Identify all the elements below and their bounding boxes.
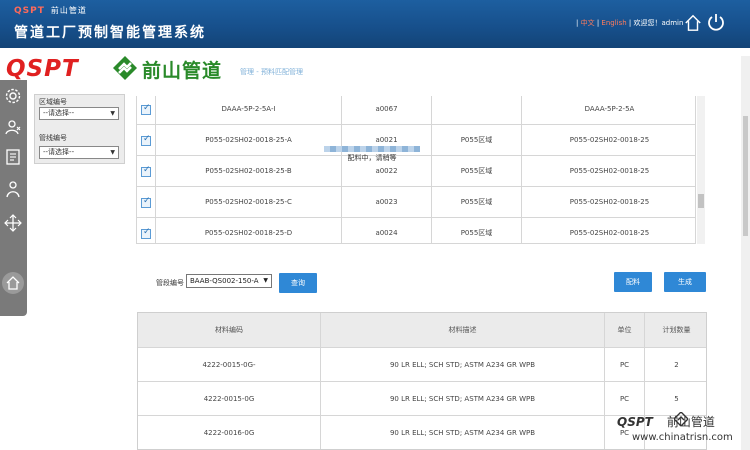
spool-table: DAAA-5P-2-5A-I a0067 DAAA-5P-2-5A P055-0… bbox=[136, 96, 696, 244]
spool-id-cell: a0067 bbox=[341, 96, 431, 125]
material-desc-cell: 90 LR ELL; SCH STD; ASTM A234 GR WPB bbox=[320, 382, 604, 416]
watermark-logo: QSPT bbox=[617, 415, 653, 429]
pipeline-cell: P055-02SH02-0018-25 bbox=[521, 218, 695, 243]
generate-button[interactable]: 生成 bbox=[664, 272, 706, 292]
spool-code-cell: P055-02SH02-0018-25-C bbox=[155, 187, 341, 218]
spool-code-cell: P055-02SH02-0018-25-B bbox=[155, 156, 341, 187]
header-logo-sub: 前山管道 bbox=[50, 6, 87, 15]
document-icon[interactable] bbox=[4, 148, 22, 166]
table-row[interactable]: 4222-0015-0G 90 LR ELL; SCH STD; ASTM A2… bbox=[138, 381, 706, 416]
loading-bar bbox=[324, 146, 420, 152]
qspt-logo: QSPT bbox=[6, 56, 79, 82]
left-sidebar bbox=[0, 80, 27, 316]
loading-text: 配料中，请稍等 bbox=[347, 154, 397, 162]
spool-id-cell: a0024 bbox=[341, 218, 431, 243]
filter-panel: 区域编号 --请选择-- ▼ 管线编号 --请选择-- ▼ bbox=[34, 94, 125, 164]
table-row[interactable]: DAAA-5P-2-5A-I a0067 DAAA-5P-2-5A bbox=[137, 96, 695, 125]
home-circle[interactable] bbox=[2, 272, 24, 294]
spool-code-cell: P055-02SH02-0018-25-A bbox=[155, 125, 341, 156]
pipeline-label: 管线编号 bbox=[39, 134, 67, 142]
material-code-cell: 4222-0015-0G- bbox=[202, 361, 256, 369]
power-icon[interactable] bbox=[706, 12, 726, 32]
brand-bar: QSPT 前山管道 管理 - 预料匹配管理 bbox=[0, 52, 750, 86]
brand-name: 前山管道 bbox=[142, 60, 223, 82]
move-arrows-icon[interactable] bbox=[4, 214, 22, 232]
watermark-url: www.chinatrisn.com bbox=[632, 432, 733, 443]
watermark-brand: QSPT 前山管道 bbox=[617, 413, 715, 430]
material-desc-cell: 90 LR ELL; SCH STD; ASTM A234 GR WPB bbox=[320, 348, 604, 382]
pipeline-cell: DAAA-5P-2-5A bbox=[521, 96, 695, 125]
area-cell: P055区域 bbox=[431, 125, 521, 156]
area-cell: P055区域 bbox=[431, 218, 521, 243]
loading-indicator: 配料中，请稍等 bbox=[324, 146, 420, 164]
home-icon[interactable] bbox=[684, 14, 702, 32]
chevron-down-icon: ▼ bbox=[110, 110, 115, 117]
area-cell: P055区域 bbox=[431, 156, 521, 187]
chevron-down-icon: ▼ bbox=[110, 149, 115, 156]
pipeline-cell: P055-02SH02-0018-25 bbox=[521, 156, 695, 187]
area-cell bbox=[431, 96, 521, 125]
row-checkbox[interactable] bbox=[141, 103, 151, 115]
brand-mark-icon bbox=[113, 56, 137, 80]
page-scrollbar-thumb[interactable] bbox=[743, 116, 748, 236]
watermark-mark-icon bbox=[674, 412, 688, 426]
table-row[interactable]: 4222-0015-0G- 90 LR ELL; SCH STD; ASTM A… bbox=[138, 347, 706, 382]
settings-icon[interactable] bbox=[4, 87, 22, 105]
pipeline-cell: P055-02SH02-0018-25 bbox=[521, 187, 695, 218]
spool-code-cell: P055-02SH02-0018-25-D bbox=[155, 218, 341, 243]
page-scrollbar[interactable] bbox=[741, 56, 750, 450]
user-bar: | 中文 | English | 欢迎您！admin bbox=[576, 19, 684, 27]
qty-cell: 2 bbox=[644, 348, 706, 382]
chevron-down-icon: ▼ bbox=[263, 277, 268, 284]
scrollbar-thumb[interactable] bbox=[698, 194, 704, 208]
lang-english-link[interactable]: English bbox=[601, 19, 626, 27]
header-logo-text: QSPT bbox=[14, 6, 45, 16]
row-checkbox[interactable] bbox=[141, 134, 151, 146]
row-checkbox[interactable] bbox=[141, 196, 151, 208]
table-row[interactable]: P055-02SH02-0018-25-C a0023 P055区域 P055-… bbox=[137, 186, 695, 218]
spool-id-cell: a0023 bbox=[341, 187, 431, 218]
unit-cell: PC bbox=[604, 382, 644, 416]
match-button[interactable]: 配料 bbox=[614, 272, 652, 292]
unit-cell: PC bbox=[604, 348, 644, 382]
spool-number-select[interactable]: BAAB-QS002-150-A ▼ bbox=[186, 274, 272, 288]
table-scrollbar[interactable] bbox=[697, 96, 705, 244]
pipeline-select[interactable]: --请选择-- ▼ bbox=[39, 146, 119, 159]
welcome-text: 欢迎您！admin bbox=[633, 19, 684, 27]
header-material-desc: 材料描述 bbox=[320, 313, 604, 347]
spool-number-label: 管段编号 bbox=[156, 279, 184, 287]
top-header: QSPT 前山管道 管道工厂预制智能管理系统 | 中文 | English | 欢… bbox=[0, 0, 750, 48]
sidebar-home-icon bbox=[6, 276, 20, 290]
qty-cell: 5 bbox=[644, 382, 706, 416]
header-unit: 单位 bbox=[604, 313, 644, 347]
row-checkbox[interactable] bbox=[141, 165, 151, 177]
material-desc-cell: 90 LR ELL; SCH STD; ASTM A234 GR WPB bbox=[320, 416, 604, 449]
header-material-code: 材料编码 bbox=[215, 326, 243, 334]
area-label: 区域编号 bbox=[39, 98, 67, 106]
users-icon[interactable] bbox=[4, 118, 22, 136]
query-button[interactable]: 查询 bbox=[279, 273, 317, 293]
material-code-cell: 4222-0015-0G bbox=[203, 395, 255, 403]
material-code-cell: 4222-0016-0G bbox=[203, 429, 255, 437]
lang-chinese-link[interactable]: 中文 bbox=[581, 19, 595, 27]
area-select[interactable]: --请选择-- ▼ bbox=[39, 107, 119, 120]
header-logo: QSPT 前山管道 bbox=[14, 5, 87, 16]
spool-code-cell: DAAA-5P-2-5A-I bbox=[155, 96, 341, 125]
system-title: 管道工厂预制智能管理系统 bbox=[14, 25, 206, 41]
row-checkbox[interactable] bbox=[141, 227, 151, 239]
app-window: { "header": { "logo_text": "QSPT", "logo… bbox=[0, 0, 750, 450]
table-header: 材料编码 材料描述 单位 计划数量 bbox=[138, 313, 706, 347]
header-planned-qty: 计划数量 bbox=[644, 313, 706, 347]
table-row[interactable]: P055-02SH02-0018-25-D a0024 P055区域 P055-… bbox=[137, 217, 695, 243]
person-icon[interactable] bbox=[4, 180, 22, 198]
area-cell: P055区域 bbox=[431, 187, 521, 218]
breadcrumb: 管理 - 预料匹配管理 bbox=[240, 68, 303, 76]
pipeline-cell: P055-02SH02-0018-25 bbox=[521, 125, 695, 156]
